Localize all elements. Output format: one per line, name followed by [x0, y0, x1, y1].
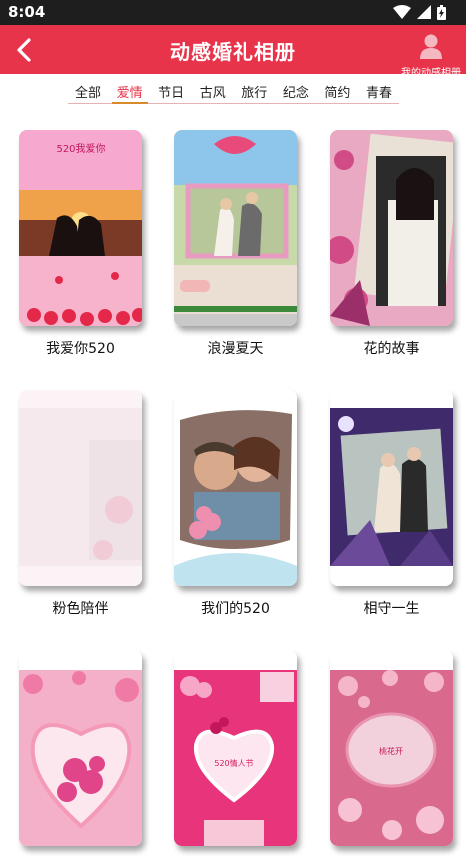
tab-memorial[interactable]: 纪念: [278, 78, 314, 104]
tab-festival[interactable]: 节日: [153, 78, 189, 104]
album-title: 浪漫夏天: [207, 341, 264, 357]
album-thumb-text: 520情人节: [214, 758, 253, 768]
album-card-romantic-summer[interactable]: 浪漫夏天: [174, 130, 297, 358]
album-thumbnail-image: [174, 130, 297, 326]
album-thumbnail[interactable]: [174, 130, 297, 326]
album-thumbnail[interactable]: [19, 650, 142, 846]
album-thumbnail-image: [19, 390, 142, 586]
status-bar: 8:04: [0, 0, 466, 25]
tab-travel[interactable]: 旅行: [236, 78, 272, 104]
tab-classical[interactable]: 古风: [195, 78, 231, 104]
category-tabs: 全部 爱情 节日 古风 旅行 纪念 简约 青春: [68, 78, 399, 104]
album-thumbnail[interactable]: [19, 390, 142, 586]
album-card-flower-story[interactable]: 花的故事: [330, 130, 453, 358]
album-title: 我们的520: [201, 601, 270, 617]
album-title: 相守一生: [363, 601, 420, 617]
album-thumbnail-image: [330, 130, 453, 326]
tab-all[interactable]: 全部: [70, 78, 106, 104]
album-thumbnail-image: [330, 390, 453, 586]
album-thumbnail[interactable]: [174, 390, 297, 586]
album-card-pink-heart[interactable]: [19, 650, 142, 858]
album-card-valentine-520[interactable]: 520情人节: [174, 650, 297, 858]
tab-love[interactable]: 爱情: [111, 78, 148, 104]
page-title: 动感婚礼相册: [170, 40, 296, 64]
album-thumbnail-image: 520我爱你: [19, 130, 142, 326]
status-icons: [393, 4, 446, 20]
tab-youth[interactable]: 青春: [361, 78, 397, 104]
album-thumbnail-image: [174, 390, 297, 586]
album-title: 粉色陪伴: [52, 601, 109, 617]
app-bar: 动感婚礼相册 我的动感相册: [0, 25, 466, 79]
album-card-pink-company[interactable]: 粉色陪伴: [19, 390, 142, 618]
album-card-love-520[interactable]: 520我爱你 我爱你520: [19, 130, 142, 358]
my-albums-label: 我的动感相册: [401, 68, 461, 79]
album-thumbnail[interactable]: 520情人节: [174, 650, 297, 846]
album-thumbnail[interactable]: 桃花开: [330, 650, 453, 846]
album-thumbnail-image: 桃花开: [330, 650, 453, 846]
album-title: 花的故事: [363, 341, 420, 357]
album-thumb-text: 520我爱你: [56, 142, 105, 155]
album-thumbnail[interactable]: [330, 130, 453, 326]
album-title: 我爱你520: [46, 341, 115, 357]
tab-simple[interactable]: 简约: [319, 78, 355, 104]
album-card-peach-blossom[interactable]: 桃花开: [330, 650, 453, 858]
wifi-icon: [393, 5, 411, 19]
status-time: 8:04: [8, 3, 46, 21]
user-avatar-icon: [420, 34, 442, 59]
album-card-together-forever[interactable]: 相守一生: [330, 390, 453, 618]
battery-icon: [437, 4, 446, 20]
album-thumbnail-image: [19, 650, 142, 846]
album-thumbnail-image: 520情人节: [174, 650, 297, 846]
album-thumb-text: 桃花开: [379, 746, 403, 756]
album-thumbnail[interactable]: [330, 390, 453, 586]
cellular-signal-icon: [417, 5, 431, 19]
my-albums-button[interactable]: 我的动感相册: [398, 33, 464, 79]
album-card-our-520[interactable]: 我们的520: [174, 390, 297, 618]
album-thumbnail[interactable]: 520我爱你: [19, 130, 142, 326]
